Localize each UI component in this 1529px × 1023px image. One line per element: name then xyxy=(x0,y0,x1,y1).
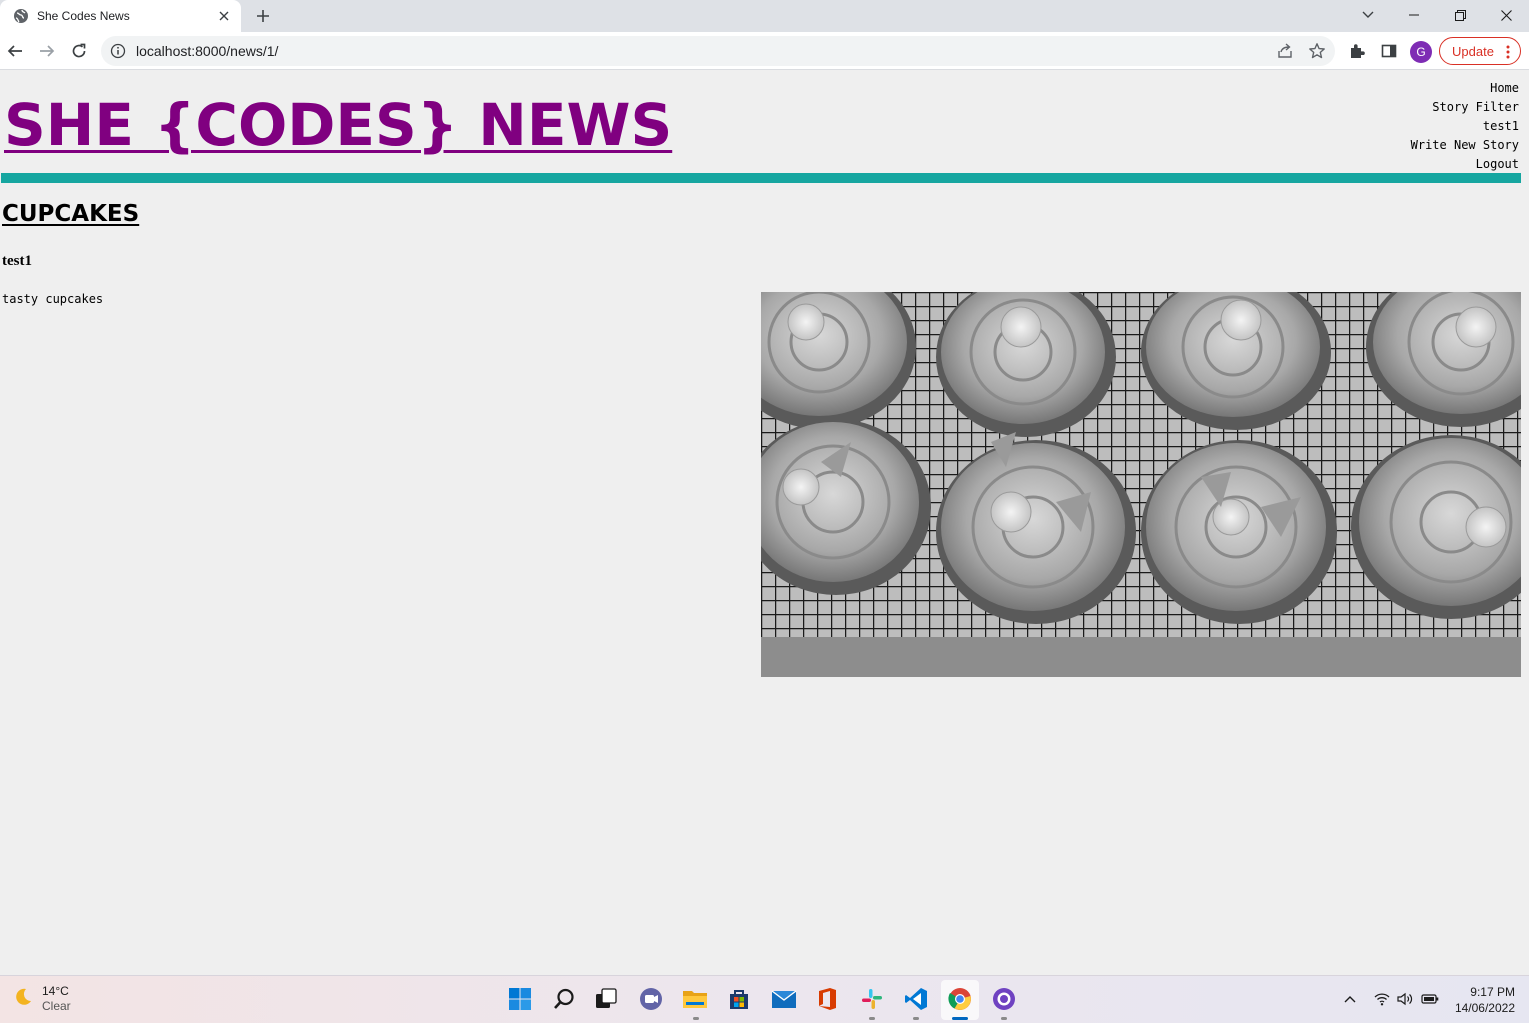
file-explorer-running-indicator xyxy=(693,1017,699,1020)
chrome-icon[interactable] xyxy=(947,986,973,1012)
mail-icon[interactable] xyxy=(771,986,797,1012)
clock-time: 9:17 PM xyxy=(1470,985,1515,999)
more-menu-icon[interactable] xyxy=(1506,45,1510,59)
slack-running-indicator xyxy=(869,1017,875,1020)
story-body: tasty cupcakes xyxy=(2,292,104,306)
bookmark-star-icon[interactable] xyxy=(1308,42,1326,60)
file-explorer-icon[interactable] xyxy=(682,986,708,1012)
nav-write-new-story[interactable]: Write New Story xyxy=(1411,136,1519,155)
close-window-icon[interactable] xyxy=(1491,2,1521,28)
forward-arrow-icon[interactable] xyxy=(35,39,59,63)
share-icon[interactable] xyxy=(1276,42,1294,60)
clock-date: 14/06/2022 xyxy=(1454,1001,1515,1015)
back-arrow-icon[interactable] xyxy=(3,39,27,63)
search-icon[interactable] xyxy=(551,986,577,1012)
tab-strip: She Codes News xyxy=(0,0,1529,32)
profile-avatar[interactable]: G xyxy=(1410,41,1432,63)
side-panel-icon[interactable] xyxy=(1377,39,1401,63)
teams-chat-icon[interactable] xyxy=(638,986,664,1012)
story-author: test1 xyxy=(2,253,32,269)
address-bar[interactable]: localhost:8000/news/1/ xyxy=(101,36,1335,66)
task-view-icon[interactable] xyxy=(593,986,619,1012)
office-icon[interactable] xyxy=(814,986,840,1012)
nav-logout[interactable]: Logout xyxy=(1411,155,1519,174)
clock[interactable]: 9:17 PM 14/06/2022 xyxy=(1455,984,1515,1016)
story-image xyxy=(761,292,1521,677)
browser-tab[interactable]: She Codes News xyxy=(0,0,241,32)
show-hidden-icons-chevron-icon[interactable] xyxy=(1341,990,1359,1008)
browser-toolbar: localhost:8000/news/1/ G Update xyxy=(0,32,1529,70)
slack-icon[interactable] xyxy=(859,986,885,1012)
restore-icon[interactable] xyxy=(1445,2,1475,28)
taskbar: 14°C Clear 9:17 PM 14/06/2022 xyxy=(0,975,1529,1023)
weather-temp: 14°C xyxy=(42,984,69,998)
new-tab-button[interactable] xyxy=(253,6,273,26)
github-desktop-running-indicator xyxy=(1001,1017,1007,1020)
chrome-running-indicator xyxy=(952,1017,968,1020)
weather-widget[interactable]: 14°C Clear xyxy=(12,984,71,1014)
minimize-icon[interactable] xyxy=(1399,2,1429,28)
url-text: localhost:8000/news/1/ xyxy=(136,43,279,59)
nav-user[interactable]: test1 xyxy=(1411,117,1519,136)
nav-story-filter[interactable]: Story Filter xyxy=(1411,98,1519,117)
microsoft-store-icon[interactable] xyxy=(726,986,752,1012)
main-nav: Home Story Filter test1 Write New Story … xyxy=(1411,79,1519,174)
close-tab-icon[interactable] xyxy=(214,6,234,26)
update-button[interactable]: Update xyxy=(1439,37,1521,65)
tab-search-chevron-icon[interactable] xyxy=(1353,2,1383,28)
moon-icon xyxy=(12,986,34,1012)
extensions-puzzle-icon[interactable] xyxy=(1345,39,1369,63)
story-title: CUPCAKES xyxy=(2,201,140,227)
windows-start-icon[interactable] xyxy=(507,986,533,1012)
vscode-running-indicator xyxy=(913,1017,919,1020)
nav-home[interactable]: Home xyxy=(1411,79,1519,98)
globe-icon xyxy=(13,8,29,24)
update-label: Update xyxy=(1452,43,1494,59)
volume-icon[interactable] xyxy=(1396,990,1414,1008)
cupcakes-photo xyxy=(761,292,1521,677)
reload-icon[interactable] xyxy=(67,39,91,63)
header-divider xyxy=(1,173,1521,183)
site-title-link[interactable]: SHE {CODES} NEWS xyxy=(4,92,672,158)
battery-icon[interactable] xyxy=(1421,990,1439,1008)
github-desktop-icon[interactable] xyxy=(991,986,1017,1012)
weather-condition: Clear xyxy=(42,999,71,1013)
site-info-icon[interactable] xyxy=(110,43,126,59)
web-page: SHE {CODES} NEWS Home Story Filter test1… xyxy=(0,70,1529,975)
tab-title: She Codes News xyxy=(37,9,130,23)
wifi-icon[interactable] xyxy=(1373,990,1391,1008)
vscode-icon[interactable] xyxy=(903,986,929,1012)
